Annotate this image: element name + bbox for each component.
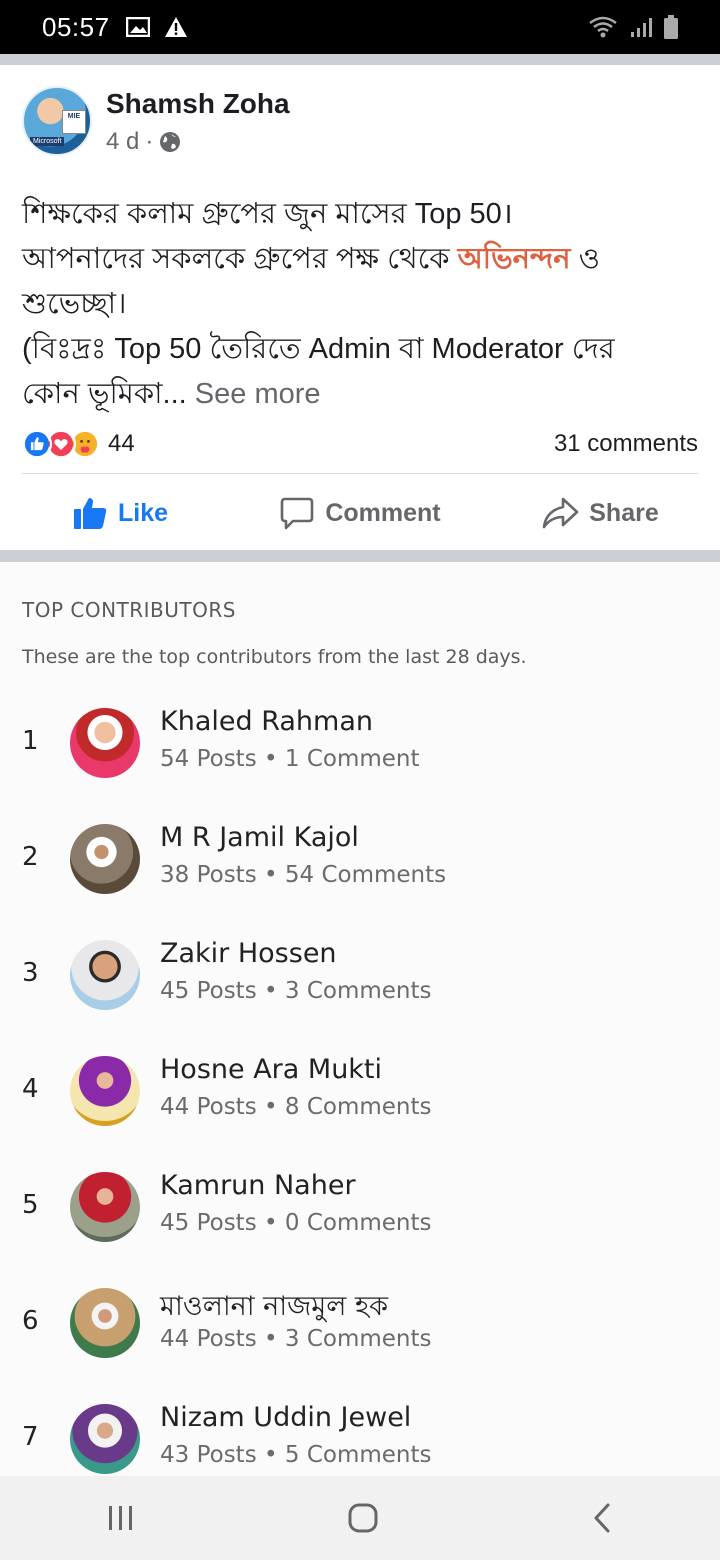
share-icon (542, 497, 579, 529)
reaction-count[interactable]: 44 (108, 430, 135, 458)
post-text-segment: আপনাদের সকলকে গ্রুপের পক্ষ থেকে (22, 243, 458, 275)
post-meta: 4 d · (106, 128, 290, 156)
post-text-segment: কোন ভূমিকা... (22, 378, 187, 410)
author-block: Shamsh Zoha 4 d · (106, 88, 290, 156)
contributor-row[interactable]: 4 Hosne Ara Mukti 44 Posts • 8 Comments (0, 1050, 720, 1140)
contributor-stats: 45 Posts • 3 Comments (160, 978, 432, 1004)
avatar-badge: MIE (62, 110, 86, 134)
contributor-row[interactable]: 7 Nizam Uddin Jewel 43 Posts • 5 Comment… (0, 1398, 720, 1488)
back-icon[interactable] (590, 1502, 614, 1534)
contributor-rank: 1 (22, 726, 39, 756)
contributor-rank: 4 (22, 1074, 39, 1104)
reaction-icons[interactable] (22, 429, 100, 459)
contributor-rank: 2 (22, 842, 39, 872)
avatar-tag: Microsoft (30, 137, 65, 146)
contributor-row[interactable]: 2 M R Jamil Kajol 38 Posts • 54 Comments (0, 818, 720, 908)
share-label: Share (589, 498, 659, 527)
status-time: 05:57 (42, 11, 110, 42)
avatar[interactable] (70, 824, 140, 894)
contributor-name[interactable]: Khaled Rahman (160, 706, 373, 737)
post-text-line: শুভেচ্ছা। (22, 288, 127, 320)
comment-label: Comment (325, 498, 441, 527)
contributor-stats: 38 Posts • 54 Comments (160, 862, 447, 888)
post-time[interactable]: 4 d (106, 128, 139, 156)
contributor-name[interactable]: Zakir Hossen (160, 938, 337, 969)
contributor-name[interactable]: Hosne Ara Mukti (160, 1054, 382, 1085)
image-icon (125, 17, 150, 37)
contributor-name[interactable]: M R Jamil Kajol (160, 822, 359, 853)
avatar[interactable] (70, 1404, 140, 1474)
avatar[interactable] (70, 940, 140, 1010)
like-button[interactable]: Like (0, 495, 240, 531)
contributor-name[interactable]: মাওলানা নাজমুল হক (160, 1286, 388, 1331)
like-reaction-icon (22, 429, 52, 459)
see-more-link[interactable]: See more (195, 378, 321, 410)
post-text-line: (বিঃদ্রঃ Top 50 তৈরিতে Admin বা Moderato… (22, 333, 615, 365)
system-nav-bar (0, 1476, 720, 1560)
wifi-icon (589, 16, 617, 38)
author-avatar[interactable]: MIE Microsoft (22, 86, 92, 156)
comment-icon (281, 497, 314, 530)
contributor-row[interactable]: 3 Zakir Hossen 45 Posts • 3 Comments (0, 934, 720, 1024)
contributor-stats: 43 Posts • 5 Comments (160, 1442, 432, 1468)
contributor-stats: 45 Posts • 0 Comments (160, 1210, 432, 1236)
signal-icon (631, 18, 652, 37)
contributor-row[interactable]: 1 Khaled Rahman 54 Posts • 1 Comment (0, 702, 720, 792)
contributor-row[interactable]: 5 Kamrun Naher 45 Posts • 0 Comments (0, 1166, 720, 1256)
status-left-icons (125, 16, 188, 38)
globe-icon (160, 132, 181, 152)
author-name[interactable]: Shamsh Zoha (106, 88, 290, 120)
post-text-segment: ও (570, 243, 600, 275)
comments-count[interactable]: 31 comments (554, 430, 698, 458)
reactions-row: 44 31 comments (22, 424, 698, 464)
contributor-name[interactable]: Nizam Uddin Jewel (160, 1402, 411, 1433)
home-icon[interactable] (347, 1502, 379, 1534)
section-separator (0, 550, 720, 562)
post-actions: Like Comment Share (0, 486, 720, 540)
reactions-divider (22, 473, 698, 474)
battery-icon (664, 15, 678, 39)
contributor-rank: 7 (22, 1422, 39, 1452)
contributor-stats: 54 Posts • 1 Comment (160, 746, 420, 772)
contributor-name[interactable]: Kamrun Naher (160, 1170, 356, 1201)
contributors-subtitle: These are the top contributors from the … (22, 646, 527, 668)
meta-dot: · (145, 128, 154, 155)
comment-button[interactable]: Comment (240, 495, 480, 531)
warning-icon (164, 17, 187, 37)
post-header: MIE Microsoft Shamsh Zoha 4 d · (22, 86, 290, 156)
contributor-row[interactable]: 6 মাওলানা নাজমুল হক 44 Posts • 3 Comment… (0, 1282, 720, 1372)
contributor-rank: 6 (22, 1306, 39, 1336)
post-text: শিক্ষকের কলাম গ্রুপের জুন মাসের Top 50। … (22, 192, 702, 417)
share-button[interactable]: Share (480, 495, 720, 531)
avatar[interactable] (70, 708, 140, 778)
recent-apps-icon[interactable] (106, 1504, 136, 1532)
contributors-title: TOP CONTRIBUTORS (22, 598, 236, 622)
avatar[interactable] (70, 1288, 140, 1358)
avatar[interactable] (70, 1056, 140, 1126)
post-text-highlight: অভিনন্দন (457, 243, 571, 275)
top-contributors-card: TOP CONTRIBUTORS These are the top contr… (0, 562, 720, 1476)
top-separator (0, 54, 720, 65)
status-bar: 05:57 (0, 0, 720, 54)
post-text-line: কোন ভূমিকা... See more (22, 372, 702, 417)
contributor-rank: 5 (22, 1190, 39, 1220)
contributor-stats: 44 Posts • 3 Comments (160, 1326, 432, 1352)
contributor-rank: 3 (22, 958, 39, 988)
contributor-stats: 44 Posts • 8 Comments (160, 1094, 432, 1120)
avatar[interactable] (70, 1172, 140, 1242)
status-right-icons (588, 15, 678, 39)
post-text-line: আপনাদের সকলকে গ্রুপের পক্ষ থেকে অভিনন্দন… (22, 237, 702, 282)
like-label: Like (117, 498, 169, 527)
post-text-line: শিক্ষকের কলাম গ্রুপের জুন মাসের Top 50। (22, 198, 513, 230)
like-icon (73, 498, 107, 529)
